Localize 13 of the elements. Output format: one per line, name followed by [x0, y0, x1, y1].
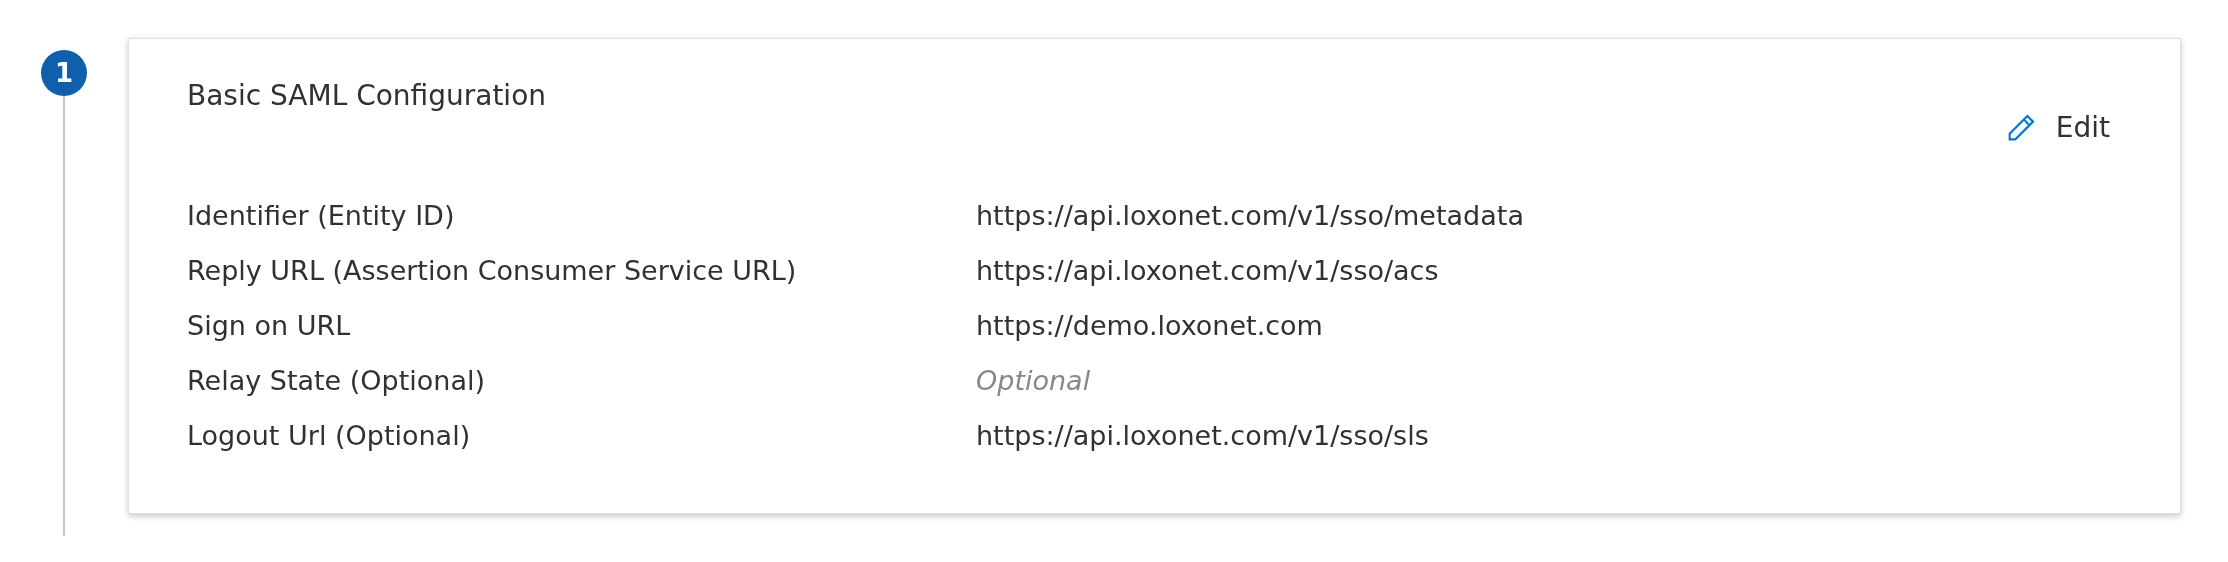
field-value: https://demo.loxonet.com [976, 309, 1323, 344]
optional-hint: Optional [976, 364, 1091, 399]
field-label: Sign on URL [187, 309, 352, 344]
card-title: Basic SAML Configuration [187, 78, 547, 114]
edit-button[interactable]: Edit [2003, 107, 2110, 149]
field-value: https://api.loxonet.com/v1/sso/acs [976, 254, 1439, 289]
field-value: https://api.loxonet.com/v1/sso/metadata [976, 199, 1524, 234]
step-number: 1 [41, 50, 87, 96]
field-label: Reply URL (Assertion Consumer Service URL) [187, 254, 798, 289]
field-label: Relay State (Optional) [187, 364, 487, 399]
field-label: Logout Url (Optional) [187, 419, 472, 454]
field-label: Identifier (Entity ID) [187, 199, 456, 234]
field-value: https://api.loxonet.com/v1/sso/sls [976, 419, 1429, 454]
